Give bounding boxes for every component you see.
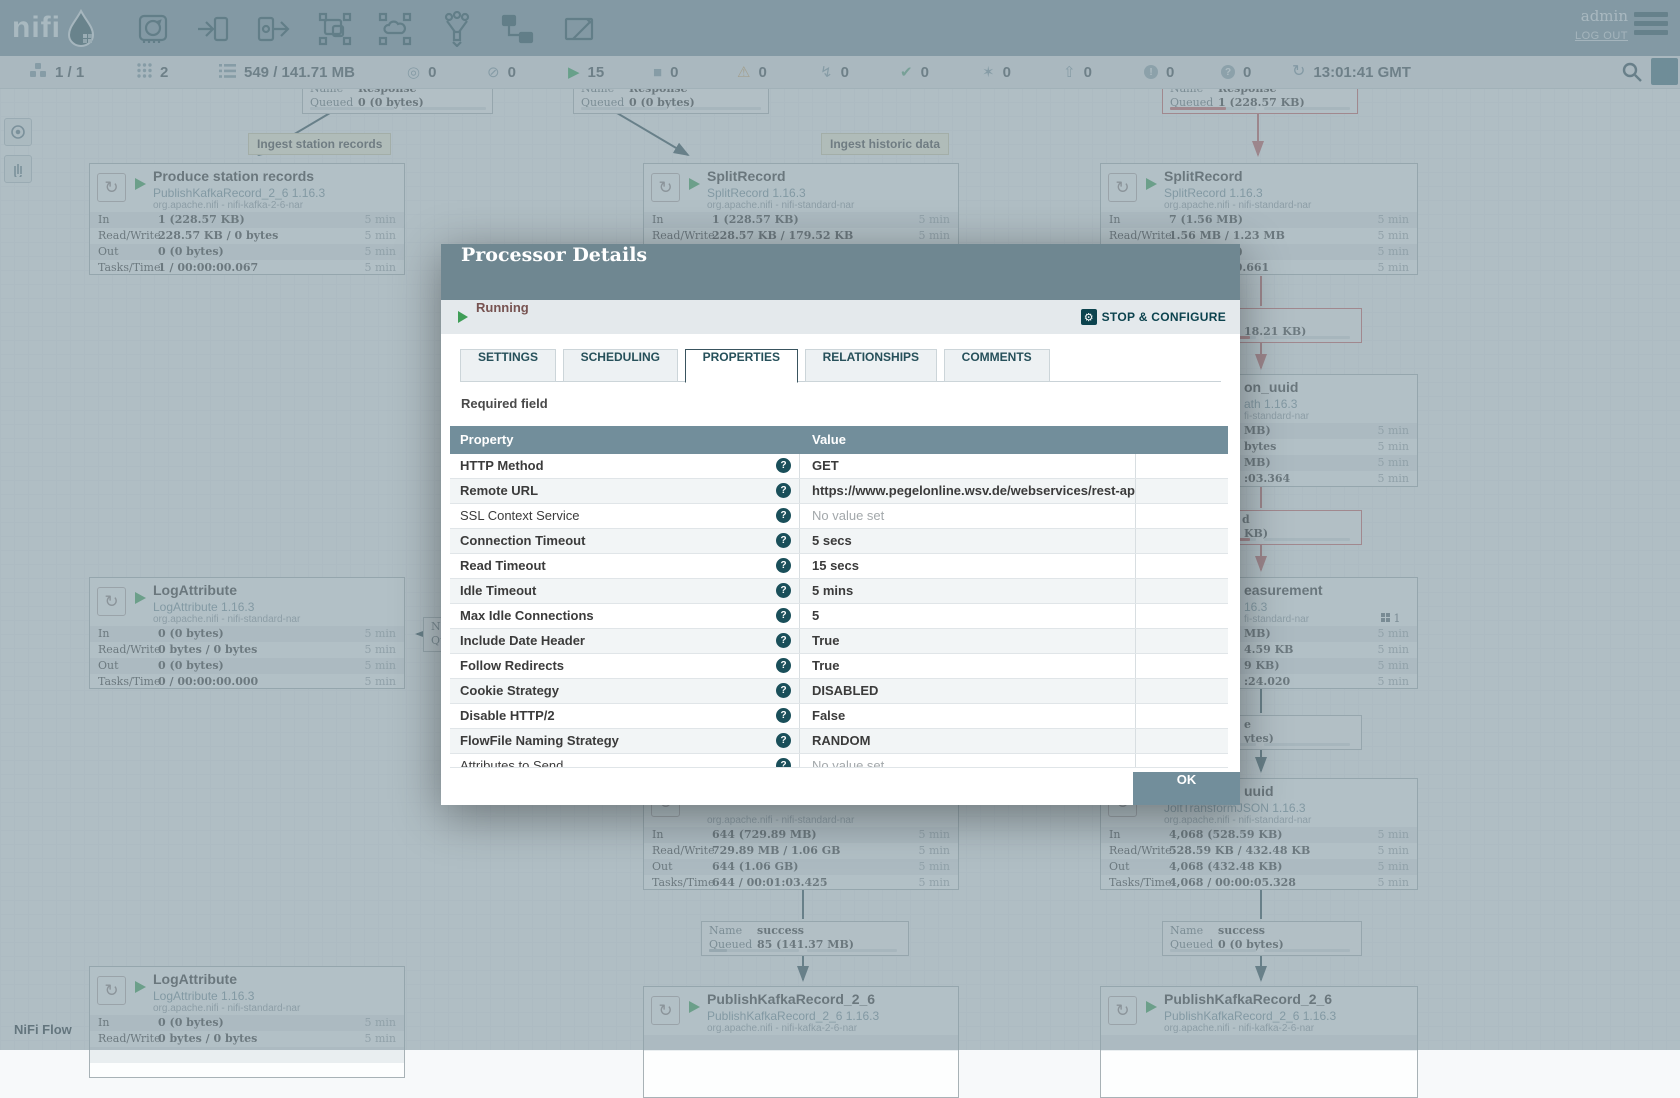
help-icon[interactable]: ? — [776, 583, 791, 598]
table-row: Idle Timeout?5 mins — [450, 579, 1228, 604]
property-value: DISABLED — [800, 679, 1136, 703]
table-row: SSL Context Service?No value set — [450, 504, 1228, 529]
dialog-title: Processor Details — [461, 244, 647, 266]
table-row: Read Timeout?15 secs — [450, 554, 1228, 579]
property-value: RANDOM — [800, 729, 1136, 753]
table-row: Connection Timeout?5 secs — [450, 529, 1228, 554]
properties-table: Property Value HTTP Method?GET Remote UR… — [450, 426, 1228, 768]
property-value: True — [800, 629, 1136, 653]
property-value: 5 mins — [800, 579, 1136, 603]
tab-relationships[interactable]: RELATIONSHIPS — [805, 349, 937, 382]
table-row: Include Date Header?True — [450, 629, 1228, 654]
help-icon[interactable]: ? — [776, 733, 791, 748]
dialog-status-bar: Running ⚙ STOP & CONFIGURE — [441, 300, 1240, 334]
help-icon[interactable]: ? — [776, 533, 791, 548]
table-row-clipped: Attributes to Send?No value set — [450, 754, 1228, 768]
property-value: True — [800, 654, 1136, 678]
help-icon[interactable]: ? — [776, 633, 791, 648]
help-icon[interactable]: ? — [776, 483, 791, 498]
tab-comments[interactable]: COMMENTS — [944, 349, 1050, 382]
dialog-header: Processor Details — [441, 244, 1240, 300]
help-icon[interactable]: ? — [776, 608, 791, 623]
property-value: No value set — [800, 504, 1136, 528]
table-row: FlowFile Naming Strategy?RANDOM — [450, 729, 1228, 754]
help-icon[interactable]: ? — [776, 658, 791, 673]
table-row: Follow Redirects?True — [450, 654, 1228, 679]
stop-and-configure-button[interactable]: ⚙ STOP & CONFIGURE — [1081, 300, 1226, 334]
column-value: Value — [800, 426, 1136, 454]
property-value: 15 secs — [800, 554, 1136, 578]
running-status-icon — [458, 311, 468, 323]
help-icon[interactable]: ? — [776, 708, 791, 723]
tab-settings[interactable]: SETTINGS — [460, 349, 556, 382]
column-property: Property — [450, 426, 800, 454]
table-row: HTTP Method?GET — [450, 454, 1228, 479]
required-field-note: Required field — [461, 396, 548, 411]
help-icon[interactable]: ? — [776, 758, 791, 768]
processor-details-dialog: Processor Details Running ⚙ STOP & CONFI… — [441, 244, 1240, 805]
tab-properties[interactable]: PROPERTIES — [685, 349, 798, 383]
table-row: Max Idle Connections?5 — [450, 604, 1228, 629]
table-header: Property Value — [450, 426, 1228, 454]
dialog-tabs: SETTINGS SCHEDULING PROPERTIES RELATIONS… — [460, 348, 1221, 382]
property-value: GET — [800, 454, 1136, 478]
tab-scheduling[interactable]: SCHEDULING — [563, 349, 678, 382]
table-row: Remote URL?https://www.pegelonline.wsv.d… — [450, 479, 1228, 504]
help-icon[interactable]: ? — [776, 458, 791, 473]
table-row: Cookie Strategy?DISABLED — [450, 679, 1228, 704]
help-icon[interactable]: ? — [776, 508, 791, 523]
property-value: https://www.pegelonline.wsv.de/webservic… — [800, 479, 1136, 503]
property-value: False — [800, 704, 1136, 728]
running-status-text: Running — [476, 300, 529, 315]
property-value: 5 — [800, 604, 1136, 628]
help-icon[interactable]: ? — [776, 683, 791, 698]
ok-button[interactable]: OK — [1133, 772, 1240, 805]
property-value: 5 secs — [800, 529, 1136, 553]
property-value: No value set — [800, 754, 1136, 767]
table-row: Disable HTTP/2?False — [450, 704, 1228, 729]
stop-configure-icon: ⚙ — [1081, 309, 1097, 325]
help-icon[interactable]: ? — [776, 558, 791, 573]
